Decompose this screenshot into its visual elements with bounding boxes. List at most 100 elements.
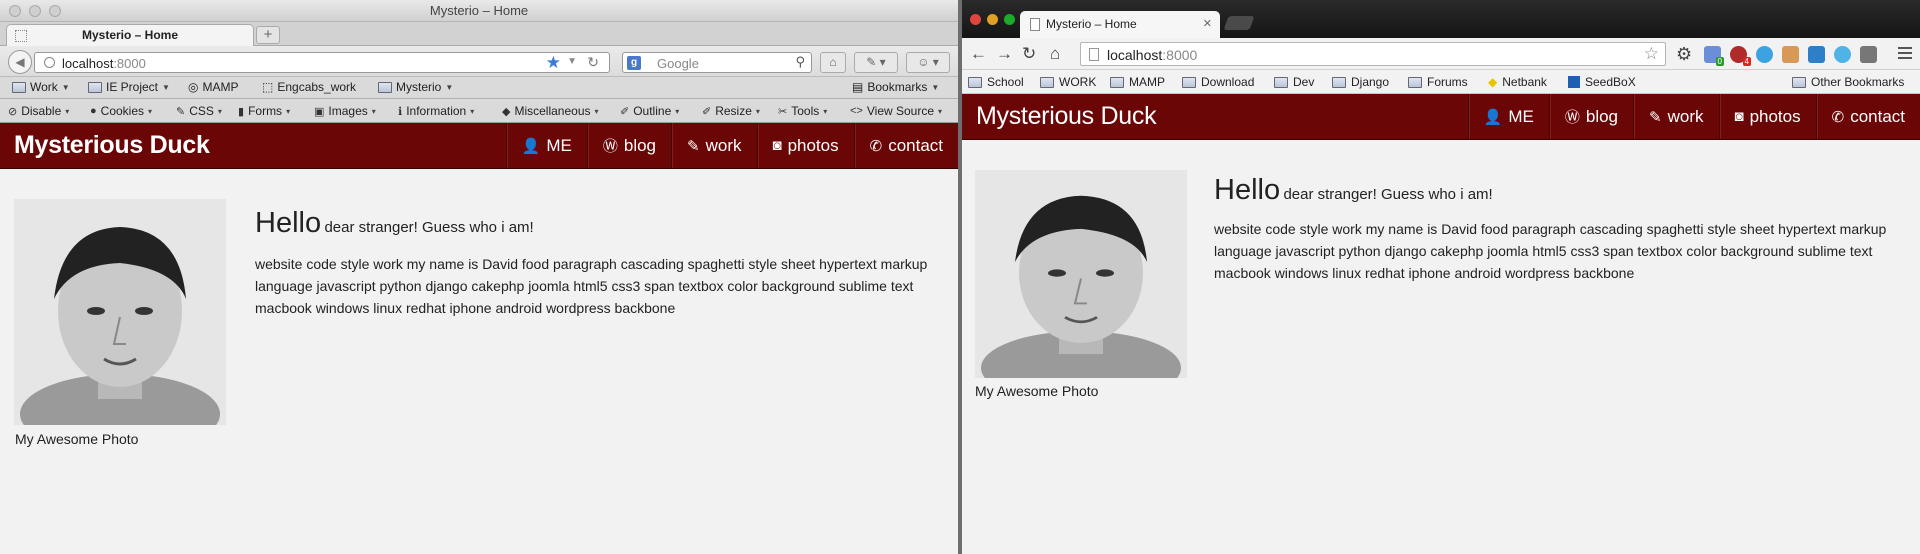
page-heading: Hello dear stranger! Guess who i am! (255, 207, 534, 240)
cookies-icon: ● (90, 105, 97, 117)
extension-icon[interactable] (1782, 46, 1799, 63)
firefox-title-bar: Mysterio – Home (0, 0, 958, 22)
site-navbar: Mysterious Duck 👤 ME Ⓦblog ✎ work ◙ photos … (0, 123, 958, 169)
home-icon[interactable]: ⌂ (1050, 44, 1060, 64)
search-icon[interactable]: ⚲ (795, 54, 805, 70)
close-tab-icon[interactable]: ✕ (1203, 11, 1212, 38)
nav-work[interactable]: ✎ work (671, 123, 756, 168)
zoom-window-button[interactable] (1004, 14, 1015, 25)
extension-icon[interactable]: 0 (1704, 46, 1724, 66)
bookmark-mysterio[interactable]: Mysterio ▼ (378, 80, 453, 94)
back-arrow-icon[interactable]: ← (970, 44, 987, 64)
nav-blog[interactable]: Ⓦblog (586, 123, 671, 168)
extension-icon[interactable]: 4 (1730, 46, 1751, 66)
folder-icon (12, 81, 26, 93)
nav-photos[interactable]: ◙ photos (1718, 94, 1816, 139)
address-bar[interactable]: localhost:8000 ★ ▼ ↻ (34, 52, 610, 73)
profile-photo (975, 170, 1187, 378)
photo-caption: My Awesome Photo (15, 431, 139, 447)
edit-icon: ✎ (687, 137, 700, 155)
nav-photos[interactable]: ◙ photos (756, 123, 854, 168)
search-placeholder: Google (657, 56, 699, 71)
reload-icon[interactable]: ↻ (1022, 44, 1036, 64)
bookmark-forums[interactable]: Forums (1408, 75, 1468, 89)
devtool-disable[interactable]: ⊘ Disable ▾ (8, 104, 69, 118)
site-brand[interactable]: Mysterious Duck (14, 131, 210, 160)
nav-me[interactable]: 👤 ME (1467, 94, 1549, 139)
bookmark-star-icon[interactable]: ★ (546, 53, 561, 73)
devtool-view-source[interactable]: <> View Source ▾ (850, 104, 942, 118)
nav-contact[interactable]: ✆ contact (853, 123, 958, 168)
forward-arrow-icon[interactable]: → (996, 44, 1013, 64)
web-developer-toolbar: ⊘ Disable ▾ ● Cookies ▾ ✎ CSS ▾ ▮ Forms ▾ ▣ Image… (0, 99, 958, 123)
home-button[interactable]: ⌂ (820, 52, 846, 73)
nav-work[interactable]: ✎ work (1633, 94, 1718, 139)
seedbox-icon (1568, 76, 1580, 88)
menu-icon[interactable] (1898, 47, 1912, 62)
devtool-tools[interactable]: ✂ Tools ▾ (778, 104, 827, 118)
hello-text: Hello (1214, 174, 1281, 206)
information-icon: ℹ (398, 105, 403, 118)
new-tab-button[interactable]: + (256, 26, 280, 44)
bookmark-work[interactable]: Work ▼ (12, 80, 70, 94)
photo-caption: My Awesome Photo (975, 383, 1099, 399)
minimize-window-button[interactable] (987, 14, 998, 25)
extension-icon[interactable] (1808, 46, 1825, 63)
bookmark-django[interactable]: Django (1332, 75, 1389, 89)
extension-icon[interactable] (1756, 46, 1773, 63)
devtool-cookies[interactable]: ● Cookies ▾ (90, 104, 152, 118)
site-nav: 👤 ME Ⓦblog ✎ work ◙ photos ✆ contact (1467, 94, 1920, 139)
chrome-bookmarks-bar: School WORK MAMP Download Dev Django For… (962, 70, 1920, 94)
extension-icon[interactable] (1834, 46, 1851, 63)
bookmark-download[interactable]: Download (1182, 75, 1254, 89)
bookmark-ie-project[interactable]: IE Project ▼ (88, 80, 170, 94)
devtool-resize[interactable]: ✐ Resize ▾ (702, 104, 760, 118)
devtool-css[interactable]: ✎ CSS ▾ (176, 104, 222, 118)
firefox-window: Mysterio – Home Mysterio – Home + ◀ loca… (0, 0, 958, 554)
greasemonkey-button[interactable]: ☺ ▾ (906, 52, 950, 73)
devtool-images[interactable]: ▣ Images ▾ (314, 104, 376, 118)
nav-blog[interactable]: Ⓦblog (1548, 94, 1633, 139)
bookmark-work[interactable]: WORK (1040, 75, 1096, 89)
extension-icon[interactable] (1860, 46, 1877, 63)
search-box[interactable]: g Google ⚲ (622, 52, 812, 73)
folder-icon (1040, 76, 1054, 88)
gear-icon[interactable]: ⚙ (1676, 44, 1692, 65)
url-text: localhost:8000 (1107, 47, 1198, 63)
address-bar[interactable]: localhost:8000 ☆ (1080, 42, 1666, 66)
devtool-forms[interactable]: ▮ Forms ▾ (238, 104, 290, 118)
bookmark-netbank[interactable]: ◆ Netbank (1488, 75, 1547, 89)
new-tab-button[interactable] (1223, 16, 1255, 30)
reload-icon[interactable]: ↻ (587, 54, 599, 71)
back-button[interactable]: ◀ (8, 50, 32, 74)
firefox-nav-bar: ◀ localhost:8000 ★ ▼ ↻ g Google ⚲ ⌂ ✎ ▾ … (0, 46, 958, 77)
history-dropdown-icon[interactable]: ▼ (567, 56, 577, 67)
bookmark-star-icon[interactable]: ☆ (1644, 44, 1659, 64)
tab-mysterio-home[interactable]: Mysterio – Home ✕ (1020, 11, 1220, 38)
bookmarks-icon: ▤ (852, 80, 864, 94)
images-icon: ▣ (314, 105, 325, 118)
devtool-outline[interactable]: ✐ Outline ▾ (620, 104, 679, 118)
bookmarks-menu[interactable]: ▤ Bookmarks ▼ (852, 80, 939, 94)
page-icon (1030, 18, 1040, 31)
tab-mysterio-home[interactable]: Mysterio – Home (6, 24, 254, 46)
bookmark-dev[interactable]: Dev (1274, 75, 1314, 89)
devtool-miscellaneous[interactable]: ◆ Miscellaneous ▾ (502, 104, 599, 118)
page-icon: ⬚ (262, 80, 274, 94)
firefox-tab-strip: Mysterio – Home + (0, 22, 958, 46)
close-window-button[interactable] (970, 14, 981, 25)
nav-contact[interactable]: ✆ contact (1815, 94, 1920, 139)
site-brand[interactable]: Mysterious Duck (976, 102, 1157, 131)
bookmark-school[interactable]: School (968, 75, 1024, 89)
extension-button[interactable]: ✎ ▾ (854, 52, 898, 73)
nav-me[interactable]: 👤 ME (505, 123, 587, 168)
other-bookmarks[interactable]: Other Bookmarks (1792, 75, 1904, 89)
bookmark-mamp[interactable]: MAMP (1110, 75, 1165, 89)
devtool-information[interactable]: ℹ Information ▾ (398, 104, 474, 118)
bookmark-seedbox[interactable]: SeedBoX (1568, 75, 1636, 89)
chrome-window: Mysterio – Home ✕ ← → ↻ ⌂ localhost:8000… (962, 0, 1920, 554)
bookmark-engcabs-work[interactable]: ⬚ Engcabs_work (262, 80, 356, 94)
wordpress-icon: Ⓦ (602, 138, 618, 155)
globe-icon (44, 57, 55, 68)
bookmark-mamp[interactable]: ◎ MAMP (188, 80, 238, 94)
